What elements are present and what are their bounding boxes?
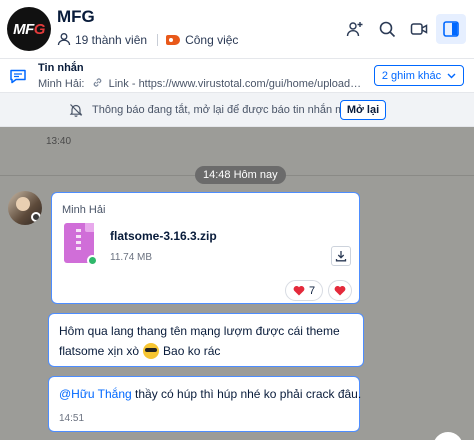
sender-avatar[interactable] <box>8 191 42 225</box>
chat-header: MFG MFG 19 thành viên Công việc <box>0 0 474 58</box>
link-icon <box>92 78 106 90</box>
pinned-title: Tin nhắn <box>38 62 84 74</box>
avatar-badge <box>31 212 41 222</box>
muted-bell-icon <box>69 103 83 120</box>
add-reaction-button[interactable] <box>328 280 352 301</box>
reaction-count: 7 <box>308 284 316 297</box>
file-message[interactable]: Minh Hải flatsome-3.16.3.zip 11.74 MB 7 <box>51 192 360 304</box>
notice-text: Thông báo đang tắt, mở lại để được báo t… <box>92 104 354 116</box>
header-actions <box>338 14 466 44</box>
unmute-button[interactable]: Mở lại <box>340 100 386 120</box>
chat-bubble-icon <box>9 68 27 87</box>
text-message[interactable]: @Hữu Thắng thầy có húp thì húp nhé ko ph… <box>48 376 361 432</box>
reaction-summary[interactable]: 7 <box>285 280 323 301</box>
toggle-sidebar-button[interactable] <box>436 14 466 44</box>
zip-file-icon <box>64 223 98 266</box>
user-mention[interactable]: @Hữu Thắng <box>59 387 132 401</box>
add-member-icon <box>346 22 363 37</box>
member-count[interactable]: 19 thành viên <box>75 33 147 47</box>
message-text: thầy có húp thì húp nhé ko phải crack đâ… <box>131 387 362 401</box>
pinned-link-label: Link <box>108 78 129 90</box>
message-line: flatsome xịn xò Bao ko rác <box>59 343 220 359</box>
download-button[interactable] <box>331 246 351 266</box>
member-icon <box>57 32 71 49</box>
category-label[interactable]: Công việc <box>185 33 238 47</box>
group-logo: MFG <box>13 20 45 38</box>
downloaded-status-icon <box>87 255 98 266</box>
download-icon <box>335 251 347 262</box>
sender-name[interactable]: Minh Hải <box>62 204 105 216</box>
sunglasses-emoji-icon <box>143 343 160 359</box>
heart-icon <box>293 286 305 296</box>
video-call-icon <box>410 23 428 35</box>
message-text: Bao ko rác <box>163 344 221 358</box>
more-pins-label: 2 ghim khác <box>381 69 442 82</box>
group-name[interactable]: MFG <box>57 7 95 27</box>
heart-icon <box>334 286 346 296</box>
sidebar-panel-icon <box>443 21 459 37</box>
date-divider-label: 14:48 Hôm nay <box>195 166 286 184</box>
text-message[interactable]: Hôm qua lang thang tên mạng lượm được cá… <box>48 313 364 367</box>
message-time: 14:51 <box>59 413 85 424</box>
tag-icon <box>166 35 181 45</box>
scroll-to-bottom-button[interactable] <box>433 432 463 440</box>
message-text: flatsome xịn xò <box>59 344 140 358</box>
more-pins-button[interactable]: 2 ghim khác <box>374 65 464 86</box>
zipper-decoration <box>76 229 81 251</box>
pinned-link-text: - https://www.virustotal.com/gui/home/up… <box>131 78 363 90</box>
add-member-button[interactable] <box>340 14 370 44</box>
chevron-down-icon <box>447 71 456 81</box>
group-meta: 19 thành viên Công việc <box>57 32 238 48</box>
meta-divider <box>157 34 159 46</box>
chat-area[interactable]: 13:40 14:48 Hôm nay Minh Hải flatsome-3.… <box>0 127 474 440</box>
earlier-message-time: 13:40 <box>46 136 72 147</box>
message-line: Hôm qua lang thang tên mạng lượm được cá… <box>59 324 340 338</box>
notification-notice: Thông báo đang tắt, mở lại để được báo t… <box>0 92 474 127</box>
message-line: @Hữu Thắng thầy có húp thì húp nhé ko ph… <box>59 387 361 401</box>
file-size: 11.74 MB <box>110 252 153 263</box>
group-avatar[interactable]: MFG <box>7 7 51 51</box>
pinned-sender: Minh Hải: <box>38 78 85 90</box>
search-icon <box>379 21 396 38</box>
pinned-message-bar[interactable]: Tin nhắn Minh Hải: Link - https://www.vi… <box>0 58 474 92</box>
pinned-preview: Minh Hải: Link - https://www.virustotal.… <box>38 77 363 90</box>
video-call-button[interactable] <box>404 14 434 44</box>
search-button[interactable] <box>372 14 402 44</box>
file-name[interactable]: flatsome-3.16.3.zip <box>110 229 217 243</box>
